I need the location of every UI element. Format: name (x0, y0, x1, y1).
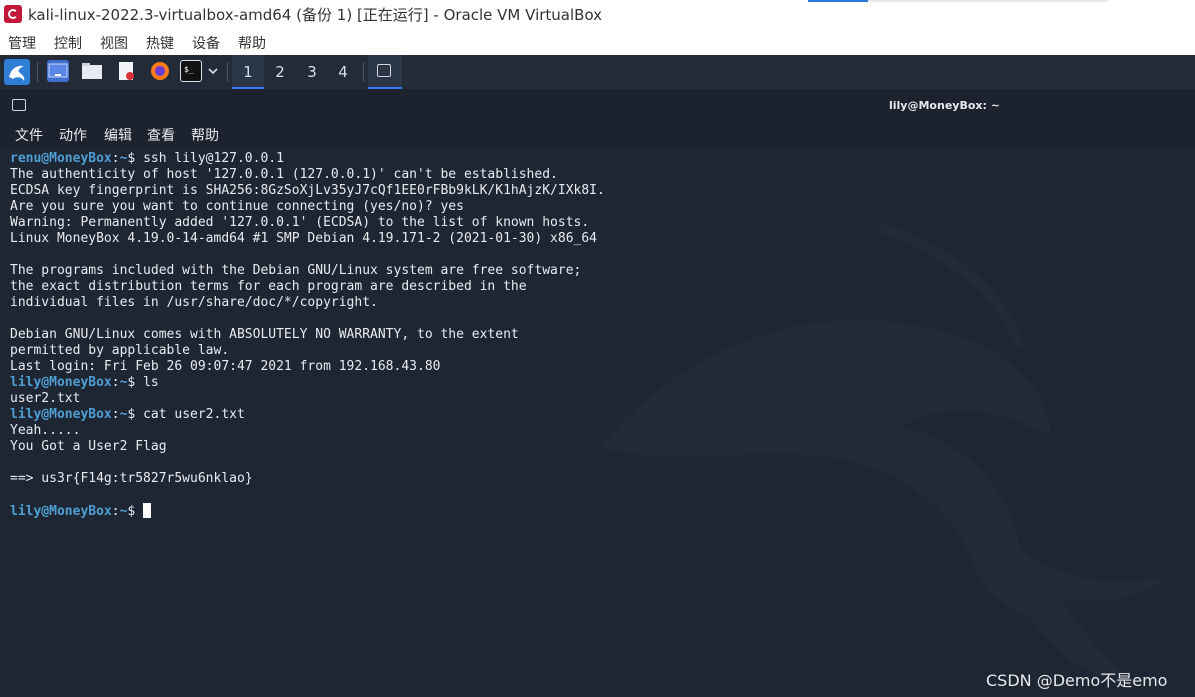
title-accent-line (808, 0, 1108, 2)
desktop-icon[interactable] (47, 60, 69, 82)
output-line: You Got a User2 Flag (10, 439, 167, 454)
term-menu-edit[interactable]: 编辑 (104, 125, 132, 145)
terminal-window-title: lily@MoneyBox: ~ (889, 99, 1000, 112)
terminal-icon[interactable]: $_ (180, 60, 202, 82)
prompt-line: lily@MoneyBox:~$ ls (10, 375, 159, 390)
output-line: ECDSA key fingerprint is SHA256:8GzSoXjL… (10, 183, 605, 198)
menu-item-view[interactable]: 视图 (100, 33, 128, 53)
term-menu-actions[interactable]: 动作 (59, 125, 87, 145)
output-line: Warning: Permanently added '127.0.0.1' (… (10, 215, 590, 230)
terminal-window-header: lily@MoneyBox: ~ (0, 89, 1195, 121)
term-menu-view[interactable]: 查看 (147, 125, 175, 145)
output-line: individual files in /usr/share/doc/*/cop… (10, 295, 378, 310)
virtualbox-title-bar: kali-linux-2022.3-virtualbox-amd64 (备份 1… (0, 0, 1195, 30)
prompt-line: renu@MoneyBox:~$ ssh lily@127.0.0.1 (10, 151, 284, 166)
file-manager-icon[interactable] (81, 60, 103, 82)
prompt-line: lily@MoneyBox:~$ cat user2.txt (10, 407, 245, 422)
terminal-window-icon (12, 99, 26, 111)
prompt-user-host: lily@MoneyBox (10, 375, 112, 390)
workspace-2[interactable]: 2 (264, 55, 296, 89)
prompt-user-host: renu@MoneyBox (10, 151, 112, 166)
svg-text:$_: $_ (184, 65, 194, 74)
terminal-task-button[interactable] (368, 55, 402, 89)
workspace-1[interactable]: 1 (232, 55, 264, 89)
output-line: user2.txt (10, 391, 81, 406)
output-line: permitted by applicable law. (10, 343, 230, 358)
terminal-body[interactable]: renu@MoneyBox:~$ ssh lily@127.0.0.1 The a… (0, 147, 1195, 697)
menu-item-control[interactable]: 控制 (54, 33, 82, 53)
terminal-task-icon (377, 64, 391, 77)
menu-item-hotkeys[interactable]: 热键 (146, 33, 174, 53)
output-line: Yeah..... (10, 423, 81, 438)
terminal-cursor[interactable] (143, 503, 152, 518)
menu-item-devices[interactable]: 设备 (192, 33, 220, 53)
output-line: Debian GNU/Linux comes with ABSOLUTELY N… (10, 327, 519, 342)
menu-item-help[interactable]: 帮助 (238, 33, 266, 53)
command-text: cat user2.txt (143, 407, 245, 422)
text-editor-icon[interactable] (115, 60, 137, 82)
panel-separator (37, 62, 38, 82)
term-menu-file[interactable]: 文件 (15, 125, 43, 145)
output-line: Are you sure you want to continue connec… (10, 199, 464, 214)
prompt-user-host: lily@MoneyBox (10, 407, 112, 422)
prompt-user-host: lily@MoneyBox (10, 504, 112, 519)
output-line: the exact distribution terms for each pr… (10, 279, 527, 294)
panel-separator (363, 62, 364, 82)
kali-menu-icon[interactable] (4, 59, 30, 85)
virtualbox-app-icon (4, 5, 22, 23)
prompt-line: lily@MoneyBox:~$ (10, 503, 605, 519)
virtualbox-menu-bar: 管理 控制 视图 热键 设备 帮助 (0, 30, 1195, 55)
output-line: The programs included with the Debian GN… (10, 263, 582, 278)
output-line: Last login: Fri Feb 26 09:07:47 2021 fro… (10, 359, 441, 374)
output-line: Linux MoneyBox 4.19.0-14-amd64 #1 SMP De… (10, 231, 597, 246)
terminal-menu-bar: 文件 动作 编辑 查看 帮助 (0, 121, 1195, 147)
workspace-3[interactable]: 3 (296, 55, 328, 89)
firefox-icon[interactable] (149, 60, 171, 82)
output-line: ==> us3r{F14g:tr5827r5wu6nklao} (10, 471, 253, 486)
command-text: ls (143, 375, 159, 390)
menu-item-manage[interactable]: 管理 (8, 33, 36, 53)
terminal-output: renu@MoneyBox:~$ ssh lily@127.0.0.1 The a… (10, 151, 605, 519)
command-text: ssh lily@127.0.0.1 (143, 151, 284, 166)
panel-separator (227, 62, 228, 82)
workspace-4[interactable]: 4 (327, 55, 359, 89)
term-menu-help[interactable]: 帮助 (191, 125, 219, 145)
csdn-watermark: CSDN @Demo不是emo (986, 671, 1168, 690)
kali-top-panel: $_ 1 2 3 4 (0, 55, 1195, 90)
output-line: The authenticity of host '127.0.0.1 (127… (10, 167, 558, 182)
chevron-down-icon[interactable] (205, 60, 221, 82)
window-title: kali-linux-2022.3-virtualbox-amd64 (备份 1… (28, 6, 603, 24)
kali-dragon-watermark-icon (600, 222, 1170, 687)
